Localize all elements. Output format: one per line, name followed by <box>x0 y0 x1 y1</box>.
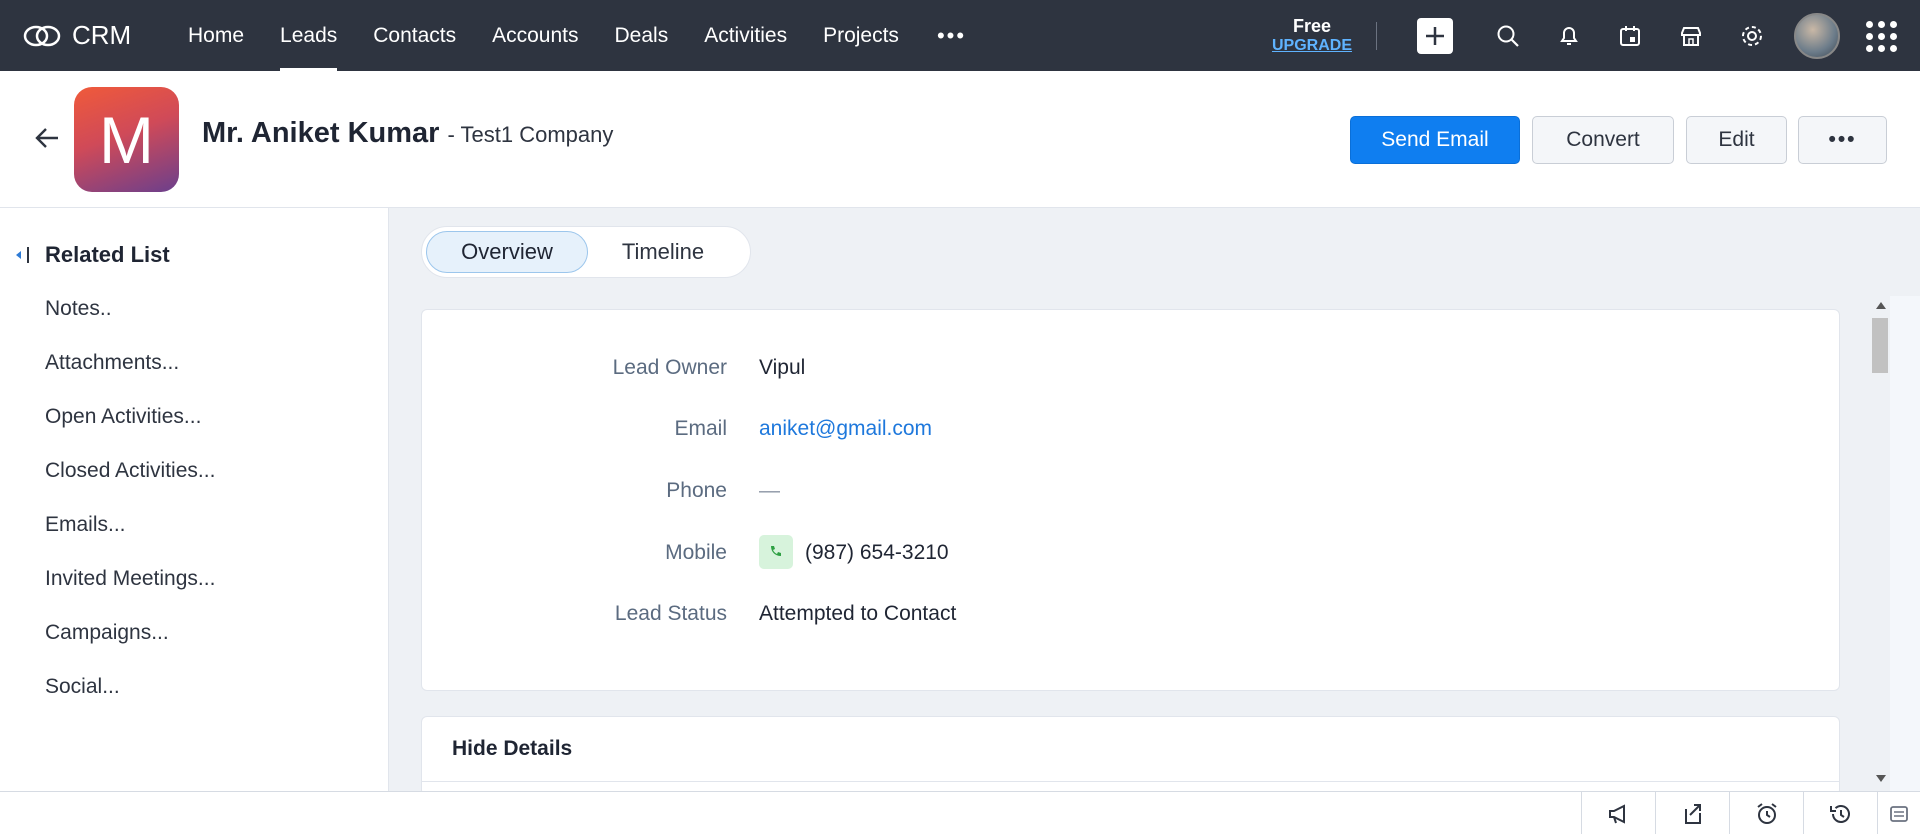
field-lead-owner: Lead Owner Vipul <box>422 350 1841 390</box>
details-card: Hide Details <box>421 716 1840 796</box>
field-email: Email aniket@gmail.com <box>422 411 1841 451</box>
plan-indicator: Free UPGRADE <box>1272 15 1352 55</box>
related-list-title: Related List <box>45 242 170 267</box>
scroll-up-arrow-icon[interactable] <box>1876 302 1886 309</box>
edit-button[interactable]: Edit <box>1686 116 1787 164</box>
phone-call-icon[interactable] <box>759 535 793 569</box>
gear-icon[interactable] <box>1721 23 1782 49</box>
nav-accounts[interactable]: Accounts <box>474 0 596 71</box>
lead-title: Mr. Aniket Kumar - Test1 Company <box>202 117 613 150</box>
nav-activities[interactable]: Activities <box>686 0 805 71</box>
field-mobile: Mobile (987) 654-3210 <box>422 535 1841 575</box>
store-icon[interactable] <box>1660 23 1721 49</box>
record-header: M Mr. Aniket Kumar - Test1 Company Send … <box>0 71 1920 208</box>
field-label: Phone <box>666 479 727 502</box>
collapse-sidebar-icon[interactable] <box>12 244 34 266</box>
scroll-down-arrow-icon[interactable] <box>1876 775 1886 782</box>
plan-label: Free <box>1292 15 1331 36</box>
related-list-item-open-activities[interactable]: Open Activities... <box>45 404 215 458</box>
field-label: Mobile <box>665 541 727 564</box>
hide-details-toggle[interactable]: Hide Details <box>452 737 572 761</box>
more-actions-button[interactable]: ••• <box>1798 116 1887 164</box>
phone-value[interactable]: — <box>759 479 780 503</box>
brand[interactable]: CRM <box>22 20 162 51</box>
send-email-button[interactable]: Send Email <box>1350 116 1520 164</box>
related-list-item-attachments[interactable]: Attachments... <box>45 350 215 404</box>
bottom-toolbar <box>0 791 1920 834</box>
search-icon[interactable] <box>1477 23 1538 49</box>
field-label: Lead Owner <box>612 356 727 379</box>
add-icon[interactable] <box>1417 17 1453 54</box>
nav-leads[interactable]: Leads <box>262 0 355 71</box>
lead-avatar: M <box>74 87 179 192</box>
tab-timeline[interactable]: Timeline <box>588 231 738 273</box>
app-name: CRM <box>72 20 132 50</box>
related-list-item-notes[interactable]: Notes.. <box>45 296 215 350</box>
related-list-header: Related List <box>12 242 170 268</box>
top-navigation-bar: CRM Home Leads Contacts Accounts Deals A… <box>0 0 1920 71</box>
nav-deals[interactable]: Deals <box>597 0 687 71</box>
email-link[interactable]: aniket@gmail.com <box>759 417 932 441</box>
related-list-item-closed-activities[interactable]: Closed Activities... <box>45 458 215 512</box>
topbar-actions: Free UPGRADE <box>1272 0 1920 71</box>
tab-overview[interactable]: Overview <box>426 231 588 273</box>
share-icon[interactable] <box>1655 792 1729 834</box>
main-nav: Home Leads Contacts Accounts Deals Activ… <box>170 0 986 71</box>
field-phone: Phone — <box>422 473 1841 513</box>
related-list-items: Notes.. Attachments... Open Activities..… <box>45 296 215 728</box>
calendar-icon[interactable] <box>1599 23 1660 49</box>
lead-owner-value[interactable]: Vipul <box>759 356 805 380</box>
nav-more-button[interactable]: ••• <box>917 0 986 71</box>
overview-card: Lead Owner Vipul Email aniket@gmail.com … <box>421 309 1840 691</box>
lead-status-value[interactable]: Attempted to Contact <box>759 602 956 626</box>
convert-button[interactable]: Convert <box>1532 116 1674 164</box>
field-label: Email <box>674 417 727 440</box>
nav-projects[interactable]: Projects <box>805 0 917 71</box>
related-list-item-social[interactable]: Social... <box>45 674 215 728</box>
megaphone-icon[interactable] <box>1581 792 1655 834</box>
crm-logo-icon <box>23 25 61 46</box>
alarm-icon[interactable] <box>1729 792 1803 834</box>
nav-home[interactable]: Home <box>170 0 262 71</box>
history-icon[interactable] <box>1803 792 1877 834</box>
right-edge-panel <box>1890 296 1920 791</box>
profile-avatar[interactable] <box>1794 12 1840 59</box>
field-label: Lead Status <box>614 602 727 625</box>
related-list-item-campaigns[interactable]: Campaigns... <box>45 620 215 674</box>
upgrade-link[interactable]: UPGRADE <box>1272 37 1352 55</box>
mobile-value[interactable]: (987) 654-3210 <box>805 541 949 565</box>
field-lead-status: Lead Status Attempted to Contact <box>422 596 1841 636</box>
divider <box>1376 21 1377 50</box>
lead-company: - Test1 Company <box>447 122 614 147</box>
widgets-icon[interactable] <box>1877 792 1920 834</box>
view-tabs: Overview Timeline <box>421 226 751 278</box>
related-list-item-invited-meetings[interactable]: Invited Meetings... <box>45 566 215 620</box>
lead-name: Mr. Aniket Kumar <box>202 117 440 149</box>
related-list-sidebar: Related List Notes.. Attachments... Open… <box>0 208 389 791</box>
nav-contacts[interactable]: Contacts <box>355 0 474 71</box>
apps-grid-icon[interactable] <box>1866 20 1897 52</box>
divider <box>422 781 1839 782</box>
bell-icon[interactable] <box>1538 23 1599 49</box>
scrollbar-thumb[interactable] <box>1872 318 1888 373</box>
back-arrow-icon[interactable] <box>32 123 62 153</box>
related-list-item-emails[interactable]: Emails... <box>45 512 215 566</box>
